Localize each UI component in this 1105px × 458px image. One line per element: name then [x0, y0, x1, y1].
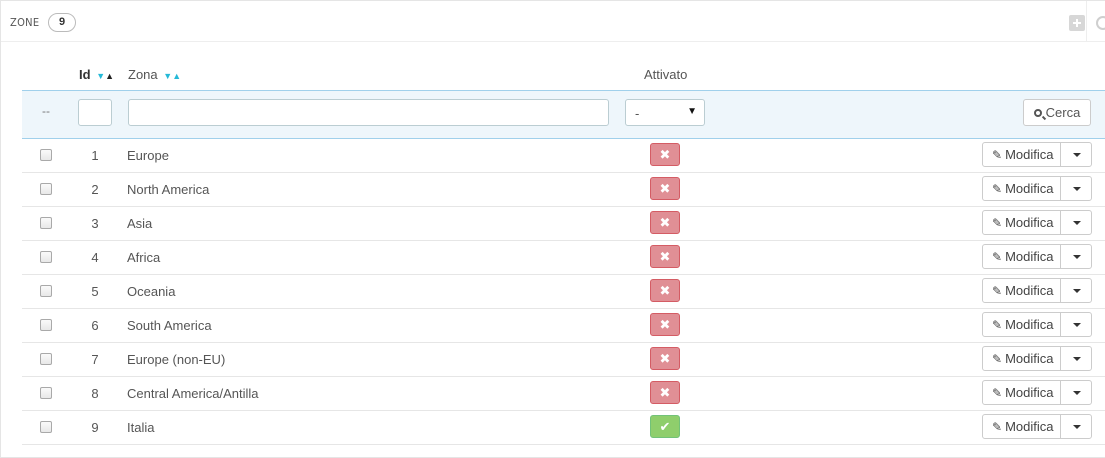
row-checkbox[interactable] [40, 251, 52, 263]
edit-button[interactable]: ✎ Modifica [982, 142, 1061, 167]
cell-id: 5 [91, 284, 99, 299]
edit-button[interactable]: ✎ Modifica [982, 278, 1061, 303]
toolbar-divider [1086, 1, 1087, 41]
pencil-icon: ✎ [992, 352, 1003, 366]
pencil-icon: ✎ [992, 284, 1003, 298]
status-disabled-x-icon[interactable]: ✖ [650, 279, 680, 302]
table-row: 9 Italia ✔ ✎ Modifica [22, 410, 1105, 445]
cell-zona: Oceania [127, 284, 176, 299]
filter-attivato-select[interactable]: - ▼ [625, 99, 705, 126]
zones-panel: ZONE 9 Id ▼▲ Zona ▼▲ Attivato -- - ▼ Cer… [0, 0, 1105, 458]
table-row: 3 Asia ✖ ✎ Modifica [22, 206, 1105, 241]
column-header-id[interactable]: Id ▼▲ [79, 67, 114, 82]
edit-button[interactable]: ✎ Modifica [982, 210, 1061, 235]
row-actions-dropdown-button[interactable] [1060, 278, 1092, 303]
panel-title: ZONE [10, 16, 40, 29]
status-disabled-x-icon[interactable]: ✖ [650, 177, 680, 200]
status-disabled-x-icon[interactable]: ✖ [650, 347, 680, 370]
row-actions-dropdown-button[interactable] [1060, 414, 1092, 439]
status-disabled-x-icon[interactable]: ✖ [650, 143, 680, 166]
cell-zona: Europe [127, 148, 169, 163]
pencil-icon: ✎ [992, 182, 1003, 196]
row-checkbox[interactable] [40, 421, 52, 433]
cell-id: 1 [91, 148, 99, 163]
edit-button[interactable]: ✎ Modifica [982, 312, 1061, 337]
row-actions-dropdown-button[interactable] [1060, 380, 1092, 405]
cell-zona: South America [127, 318, 212, 333]
status-disabled-x-icon[interactable]: ✖ [650, 245, 680, 268]
table-row: 6 South America ✖ ✎ Modifica [22, 308, 1105, 343]
caret-down-icon: ▼ [687, 106, 697, 117]
cell-id: 9 [91, 420, 99, 435]
zone-count-badge: 9 [48, 13, 76, 32]
cell-zona: Asia [127, 216, 153, 231]
cell-id: 3 [91, 216, 99, 231]
status-disabled-x-icon[interactable]: ✖ [650, 381, 680, 404]
cell-zona: North America [127, 182, 210, 197]
panel-heading: ZONE 9 [1, 1, 1105, 42]
pencil-icon: ✎ [992, 318, 1003, 332]
pencil-icon: ✎ [992, 420, 1003, 434]
add-icon[interactable] [1069, 15, 1085, 31]
cell-zona: Central America/Antilla [127, 386, 259, 401]
filter-id-input[interactable] [78, 99, 112, 126]
row-actions-dropdown-button[interactable] [1060, 176, 1092, 201]
row-checkbox[interactable] [40, 387, 52, 399]
edit-button[interactable]: ✎ Modifica [982, 380, 1061, 405]
filter-dash: -- [42, 104, 50, 118]
table-row: 4 Africa ✖ ✎ Modifica [22, 240, 1105, 275]
row-checkbox[interactable] [40, 149, 52, 161]
row-actions-dropdown-button[interactable] [1060, 346, 1092, 371]
cell-zona: Africa [127, 250, 161, 265]
row-checkbox[interactable] [40, 285, 52, 297]
status-disabled-x-icon[interactable]: ✖ [650, 313, 680, 336]
table-row: 1 Europe ✖ ✎ Modifica [22, 138, 1105, 173]
row-checkbox[interactable] [40, 217, 52, 229]
edit-button[interactable]: ✎ Modifica [982, 176, 1061, 201]
cell-id: 8 [91, 386, 99, 401]
cell-id: 2 [91, 182, 99, 197]
status-disabled-x-icon[interactable]: ✖ [650, 211, 680, 234]
edit-button[interactable]: ✎ Modifica [982, 244, 1061, 269]
filter-row: -- - ▼ Cerca [22, 90, 1105, 139]
row-actions-dropdown-button[interactable] [1060, 210, 1092, 235]
row-checkbox[interactable] [40, 183, 52, 195]
sort-arrows-zona[interactable]: ▼▲ [163, 71, 181, 81]
pencil-icon: ✎ [992, 386, 1003, 400]
row-actions-dropdown-button[interactable] [1060, 312, 1092, 337]
column-header-attivato: Attivato [644, 67, 688, 82]
table-row: 7 Europe (non-EU) ✖ ✎ Modifica [22, 342, 1105, 377]
cell-id: 6 [91, 318, 99, 333]
cell-id: 7 [91, 352, 99, 367]
table-row: 2 North America ✖ ✎ Modifica [22, 172, 1105, 207]
cell-zona: Italia [127, 420, 155, 435]
search-icon [1033, 109, 1042, 117]
pencil-icon: ✎ [992, 250, 1003, 264]
status-enabled-check-icon[interactable]: ✔ [650, 415, 680, 438]
cell-zona: Europe (non-EU) [127, 352, 226, 367]
column-header-zona[interactable]: Zona ▼▲ [128, 67, 181, 82]
table-row: 8 Central America/Antilla ✖ ✎ Modifica [22, 376, 1105, 411]
edit-button[interactable]: ✎ Modifica [982, 414, 1061, 439]
select-value: - [635, 106, 640, 121]
search-button[interactable]: Cerca [1023, 99, 1091, 126]
sort-arrows-id[interactable]: ▼▲ [96, 71, 114, 81]
cell-id: 4 [91, 250, 99, 265]
pencil-icon: ✎ [992, 216, 1003, 230]
row-actions-dropdown-button[interactable] [1060, 142, 1092, 167]
row-checkbox[interactable] [40, 319, 52, 331]
row-actions-dropdown-button[interactable] [1060, 244, 1092, 269]
edit-button[interactable]: ✎ Modifica [982, 346, 1061, 371]
refresh-icon[interactable] [1095, 15, 1105, 31]
pencil-icon: ✎ [992, 148, 1003, 162]
row-checkbox[interactable] [40, 353, 52, 365]
filter-zona-input[interactable] [128, 99, 609, 126]
table-row: 5 Oceania ✖ ✎ Modifica [22, 274, 1105, 309]
